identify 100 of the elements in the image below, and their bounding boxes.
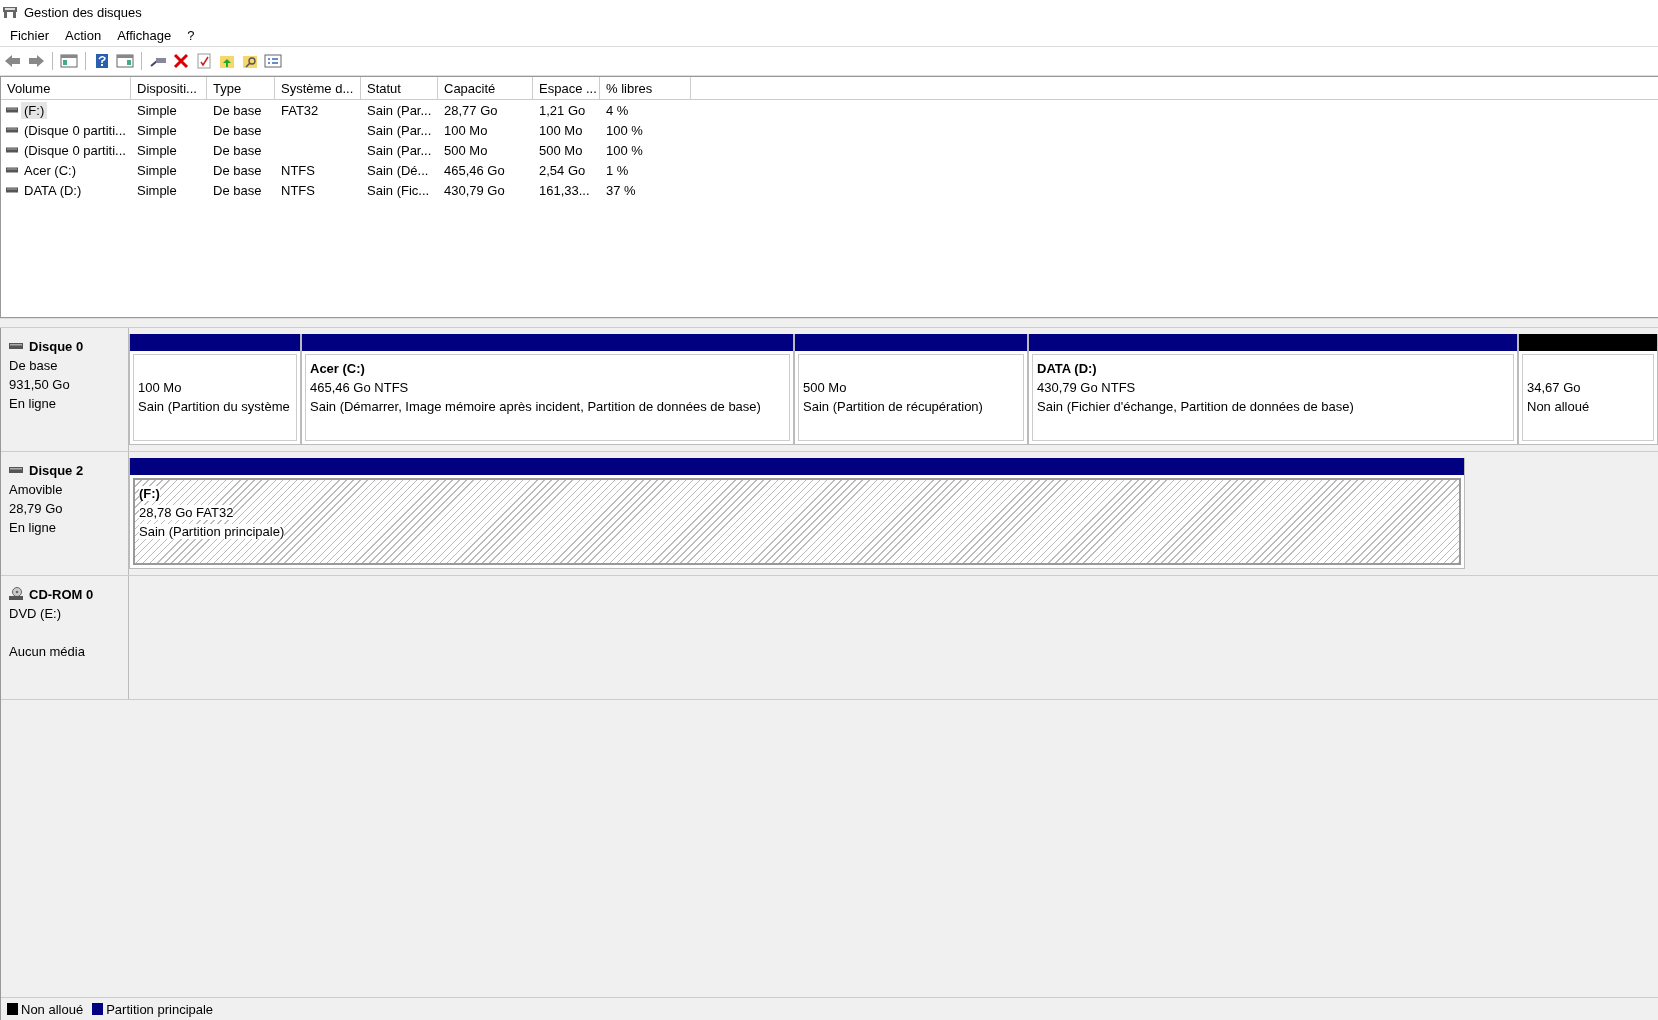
menu-item[interactable]: Affichage [111,25,178,45]
drive-icon [9,466,23,474]
table-cell: NTFS [281,162,315,178]
disk-name: CD-ROM 0 [29,586,94,602]
table-cell: 100 Mo [444,122,488,138]
disk-info: En ligne [9,396,56,411]
partition-block[interactable]: 500 Mo Sain (Partition de récupération) [794,334,1028,445]
cd-drive-icon [9,587,23,601]
partition-block[interactable]: 100 Mo Sain (Partition du système [129,334,301,445]
checklist-icon[interactable] [195,53,213,69]
table-cell: Sain (Fic... [367,182,430,198]
volume-name[interactable]: DATA (D:) [21,181,85,199]
help-icon[interactable] [93,53,111,69]
drive-icon [6,167,18,173]
panel-icon[interactable] [116,53,134,69]
table-cell: 100 Mo [539,122,583,138]
partition-block[interactable]: 34,67 Go Non alloué [1518,334,1658,445]
folder-up-icon[interactable] [218,53,236,69]
drive-icon [6,107,18,113]
table-cell: Simple [137,162,177,178]
partition-name: DATA (D:) [1037,361,1097,376]
column-header[interactable]: % libres [600,77,691,99]
column-header[interactable]: Dispositi... [131,77,207,99]
volume-name[interactable]: (Disque 0 partiti... [21,141,129,159]
table-cell: 100 % [606,142,643,158]
disk-name: Disque 2 [29,462,84,478]
drive-icon [6,147,18,153]
drive-icon [6,127,18,133]
disk-info: De base [9,358,58,373]
folder-search-icon[interactable] [241,53,259,69]
disk-info: 28,79 Go [9,501,63,516]
partition-status: Sain (Partition du système [138,399,290,414]
column-header[interactable]: Volume [1,77,131,99]
table-cell: NTFS [281,182,315,198]
table-cell: De base [213,122,262,138]
table-cell: De base [213,182,262,198]
partition-size: 465,46 Go NTFS [310,380,409,395]
partition-size: 34,67 Go [1527,380,1581,395]
partition-name: (F:) [139,486,160,501]
partition-status: Sain (Partition principale) [139,524,285,539]
partition-block[interactable]: (F:) 28,78 Go FAT32 Sain (Partition principale) [129,458,1465,569]
partition-status: Non alloué [1527,399,1590,414]
partition-size: 100 Mo [138,380,182,395]
table-cell: Sain (Dé... [367,162,429,178]
table-cell: De base [213,162,262,178]
app-icon [2,5,18,19]
column-header[interactable]: Statut [361,77,438,99]
partition-status: Sain (Fichier d'échange, Partition de données de base) [1037,399,1354,414]
table-cell: 2,54 Go [539,162,586,178]
table-cell: 430,79 Go [444,182,505,198]
table-cell: 500 Mo [539,142,583,158]
disk-info: 931,50 Go [9,377,70,392]
disk-name: Disque 0 [29,338,84,354]
list-icon[interactable] [264,53,282,69]
table-cell: Simple [137,102,177,118]
table-cell: 161,33... [539,182,590,198]
table-cell: 37 % [606,182,636,198]
volume-name[interactable]: Acer (C:) [21,161,79,179]
partition-block[interactable]: Acer (C:) 465,46 Go NTFS Sain (Démarrer, Image mémoire après incident, Partition de données de base) [301,334,794,445]
table-cell: De base [213,102,262,118]
partition-name: Acer (C:) [310,361,365,376]
legend-label: Non alloué [21,1001,84,1017]
table-cell: 28,77 Go [444,102,498,118]
volume-name[interactable]: (Disque 0 partiti... [21,121,129,139]
column-header[interactable]: Espace ... [533,77,600,99]
partition-block[interactable]: DATA (D:) 430,79 Go NTFS Sain (Fichier d'échange, Partition de données de base) [1028,334,1518,445]
back-arrow-icon[interactable] [4,53,22,69]
table-cell: 100 % [606,122,643,138]
column-header[interactable]: Capacité [438,77,533,99]
menu-item[interactable]: ? [181,25,201,45]
table-cell: 465,46 Go [444,162,505,178]
table-cell: 1,21 Go [539,102,586,118]
disk-info: DVD (E:) [9,606,61,621]
table-cell: Simple [137,142,177,158]
media-status: Aucun média [9,644,85,659]
table-cell: Sain (Par... [367,142,432,158]
drive-icon [9,342,23,350]
table-cell: 500 Mo [444,142,488,158]
table-cell: Simple [137,122,177,138]
disk-info: Amovible [9,482,63,497]
partition-status: Sain (Partition de récupération) [803,399,983,414]
drive-icon [6,187,18,193]
partition-size: 500 Mo [803,380,847,395]
table-cell: 1 % [606,162,629,178]
menu-item[interactable]: Action [59,25,108,45]
table-cell: FAT32 [281,102,319,118]
delete-icon[interactable] [172,53,190,69]
forward-arrow-icon[interactable] [27,53,45,69]
table-cell: Sain (Par... [367,122,432,138]
column-header[interactable]: Type [207,77,275,99]
partition-status: Sain (Démarrer, Image mémoire après incident, Partition de données de base) [310,399,761,414]
table-cell: De base [213,142,262,158]
column-header[interactable]: Système d... [275,77,361,99]
volume-name[interactable]: (F:) [21,101,48,119]
menu-item[interactable]: Fichier [4,25,55,45]
table-cell: Simple [137,182,177,198]
partition-size: 430,79 Go NTFS [1037,380,1136,395]
disk-info: En ligne [9,520,56,535]
legend-label: Partition principale [106,1001,214,1017]
console-tree-icon[interactable] [60,53,78,69]
